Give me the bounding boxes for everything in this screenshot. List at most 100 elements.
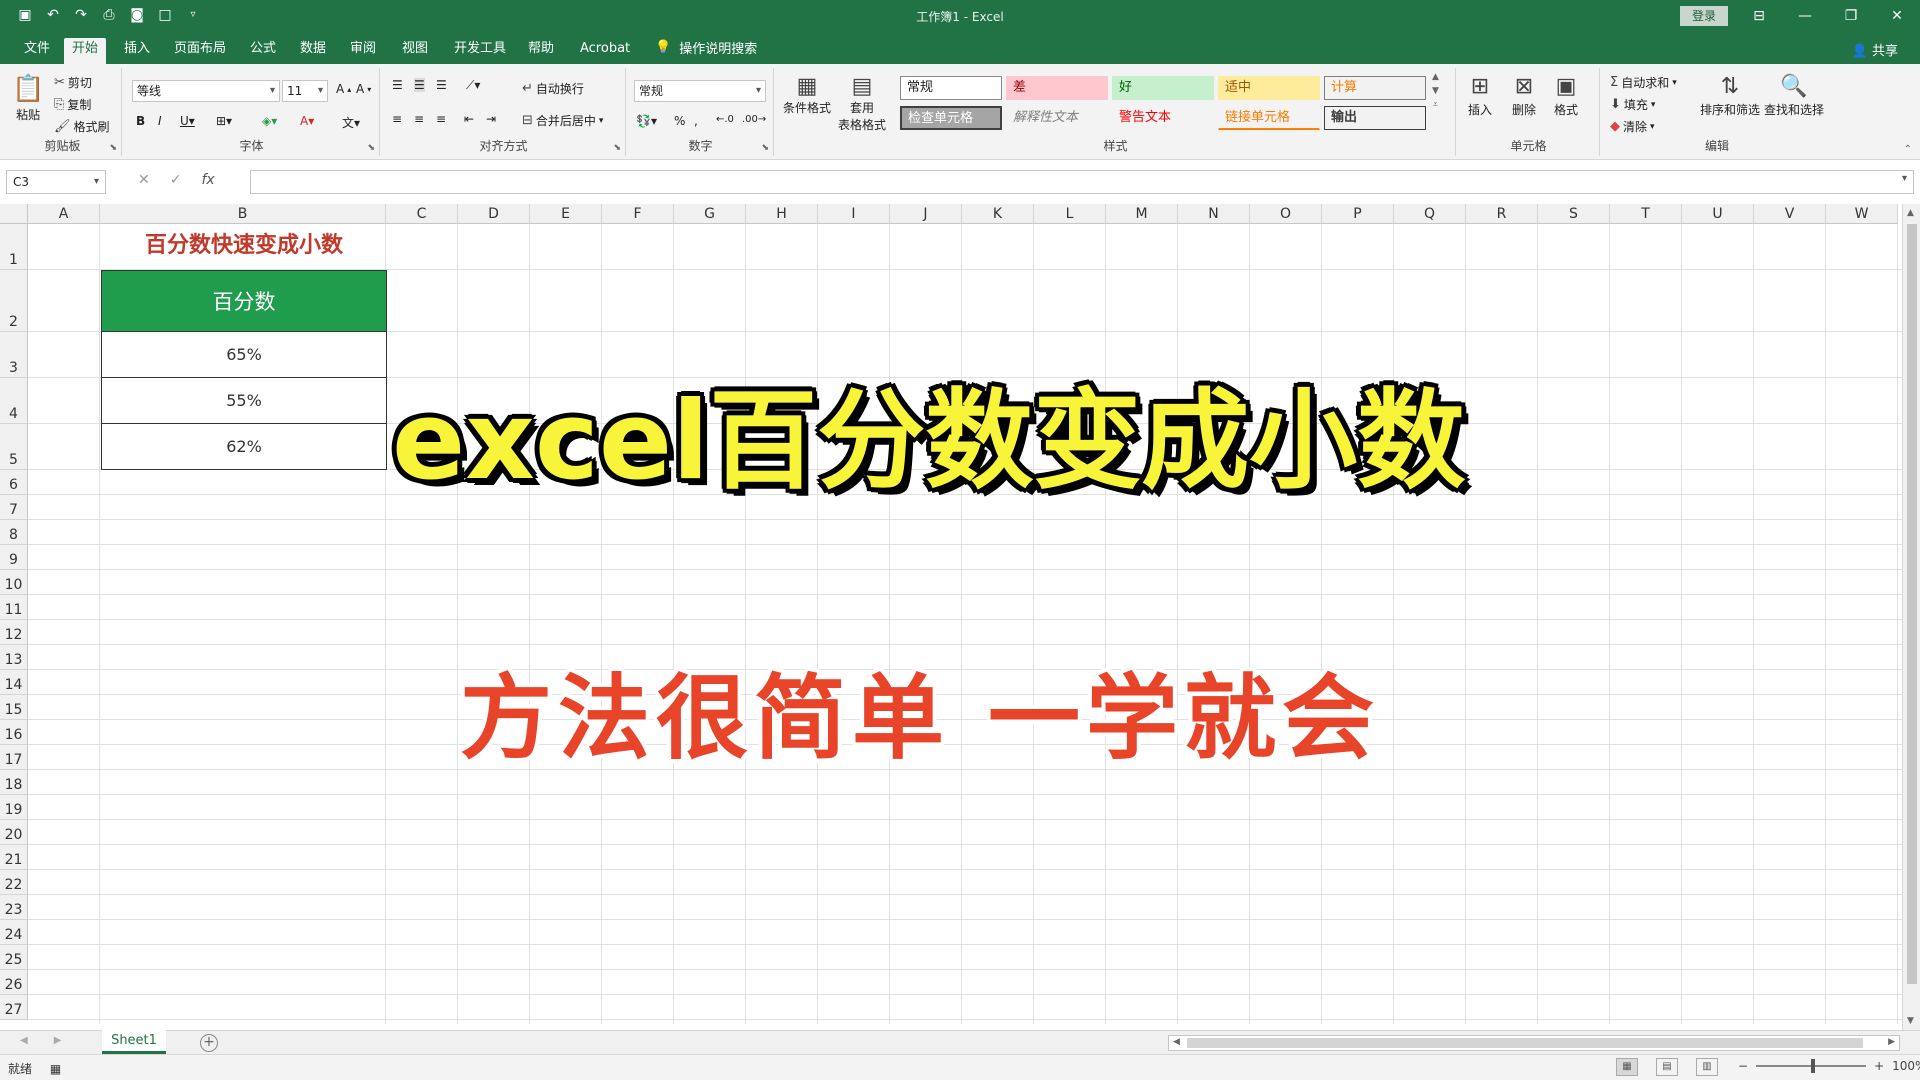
column-header-v[interactable]: V [1754, 204, 1826, 224]
decrease-decimal-icon[interactable]: .00→ [742, 114, 766, 125]
row-header-25[interactable]: 25 [0, 945, 28, 970]
accessibility-icon[interactable]: ▦ [50, 1062, 61, 1076]
format-painter-button[interactable]: 🖌 格式刷 [54, 118, 110, 135]
page-break-view-icon[interactable]: ▥ [1696, 1058, 1718, 1076]
wrap-text-button[interactable]: ↵ 自动换行 [522, 80, 584, 97]
style-good[interactable]: 好 [1112, 76, 1214, 100]
column-header-w[interactable]: W [1826, 204, 1898, 224]
scroll-right-icon[interactable]: ▶ [1888, 1037, 1895, 1047]
styles-gallery-scroll[interactable]: ▲ ▼ ⩡ [1432, 72, 1439, 110]
zoom-out-icon[interactable]: − [1738, 1059, 1748, 1073]
restore-icon[interactable]: ❐ [1828, 0, 1874, 32]
collapse-ribbon-icon[interactable]: ⌃ [1904, 144, 1912, 155]
row-header-3[interactable]: 3 [0, 332, 28, 378]
row-header-18[interactable]: 18 [0, 770, 28, 795]
format-cells-button[interactable]: ▣ 格式 [1554, 74, 1578, 118]
tab-insert[interactable]: 插入 [116, 38, 158, 64]
sheet-tab-sheet1[interactable]: Sheet1 [102, 1030, 166, 1054]
add-sheet-icon[interactable]: + [200, 1034, 218, 1052]
grow-font-icon[interactable]: A ▴ [336, 82, 351, 96]
share-button[interactable]: 👤 共享 [1852, 40, 1898, 59]
column-header-q[interactable]: Q [1394, 204, 1466, 224]
column-header-c[interactable]: C [386, 204, 458, 224]
tab-developer[interactable]: 开发工具 [446, 38, 514, 64]
font-color-icon[interactable]: A▾ [300, 114, 314, 128]
login-button[interactable]: 登录 [1680, 6, 1728, 26]
style-explanatory[interactable]: 解释性文本 [1006, 106, 1108, 130]
minimize-icon[interactable]: — [1782, 0, 1828, 32]
align-right-icon[interactable]: ≡ [436, 112, 446, 126]
tab-formulas[interactable]: 公式 [242, 38, 284, 64]
column-header-h[interactable]: H [746, 204, 818, 224]
cancel-icon[interactable]: ✕ [138, 172, 150, 188]
fill-color-icon[interactable]: ◈▾ [262, 114, 277, 128]
row-header-27[interactable]: 27 [0, 995, 28, 1020]
expand-formula-icon[interactable]: ▾ [1902, 173, 1907, 184]
tab-page-layout[interactable]: 页面布局 [166, 38, 234, 64]
column-header-i[interactable]: I [818, 204, 890, 224]
insert-cells-button[interactable]: ⊞ 插入 [1468, 74, 1492, 118]
row-header-20[interactable]: 20 [0, 820, 28, 845]
horizontal-scrollbar[interactable]: ◀ ▶ [1168, 1035, 1900, 1051]
cut-button[interactable]: ✂ 剪切 [54, 74, 92, 91]
sheet-title-cell[interactable]: 百分数快速变成小数 [101, 225, 387, 265]
row-header-15[interactable]: 15 [0, 695, 28, 720]
horizontal-scroll-thumb[interactable] [1187, 1038, 1863, 1048]
chevron-up-icon[interactable]: ▲ [1432, 72, 1439, 82]
column-header-b[interactable]: B [100, 204, 386, 224]
vertical-scrollbar[interactable]: ▲ ▼ [1902, 204, 1920, 1030]
font-name-combo[interactable]: 等线 ▾ [132, 80, 280, 102]
align-middle-icon[interactable]: ☰ [414, 78, 425, 92]
tab-home[interactable]: 开始 [64, 38, 107, 64]
row-header-8[interactable]: 8 [0, 520, 28, 545]
table-row[interactable]: 65% [101, 332, 387, 378]
gallery-more-icon[interactable]: ⩡ [1433, 100, 1438, 110]
column-header-t[interactable]: T [1610, 204, 1682, 224]
table-header-cell[interactable]: 百分数 [101, 270, 387, 332]
page-layout-view-icon[interactable]: ▤ [1656, 1058, 1678, 1076]
row-header-24[interactable]: 24 [0, 920, 28, 945]
column-header-m[interactable]: M [1106, 204, 1178, 224]
style-calculation[interactable]: 计算 [1324, 76, 1426, 100]
delete-cells-button[interactable]: ⊠ 删除 [1512, 74, 1536, 118]
column-header-o[interactable]: O [1250, 204, 1322, 224]
select-all-corner[interactable] [0, 204, 28, 224]
column-header-s[interactable]: S [1538, 204, 1610, 224]
borders-icon[interactable]: ⊞▾ [216, 114, 232, 128]
copy-button[interactable]: ⎘ 复制 [54, 96, 91, 113]
align-left-icon[interactable]: ≡ [392, 112, 402, 126]
bold-icon[interactable]: B [136, 114, 145, 128]
accounting-icon[interactable]: 💱▾ [636, 114, 657, 128]
format-as-table-button[interactable]: ▤ 套用 表格格式 [836, 74, 888, 133]
percent-icon[interactable]: % [674, 114, 685, 128]
clear-button[interactable]: ◆ 清除 ▾ [1610, 118, 1655, 135]
dialog-launcher-icon[interactable]: ⬊ [613, 143, 621, 153]
row-header-19[interactable]: 19 [0, 795, 28, 820]
close-icon[interactable]: ✕ [1874, 0, 1920, 32]
tell-me-search[interactable]: 💡 操作说明搜索 [655, 38, 757, 57]
column-header-r[interactable]: R [1466, 204, 1538, 224]
shrink-font-icon[interactable]: A ▾ [356, 82, 371, 96]
tab-data[interactable]: 数据 [292, 38, 334, 64]
column-header-e[interactable]: E [530, 204, 602, 224]
chevron-down-icon[interactable]: ▼ [1432, 86, 1439, 96]
row-header-9[interactable]: 9 [0, 545, 28, 570]
style-neutral[interactable]: 适中 [1218, 76, 1320, 100]
align-center-icon[interactable]: ≡ [414, 112, 424, 126]
ribbon-display-icon[interactable]: ⊟ [1736, 0, 1782, 32]
table-row[interactable]: 62% [101, 424, 387, 470]
underline-icon[interactable]: U▾ [180, 114, 195, 128]
scroll-left-icon[interactable]: ◀ [1173, 1037, 1180, 1047]
column-header-l[interactable]: L [1034, 204, 1106, 224]
formula-input[interactable]: ▾ [250, 170, 1914, 194]
column-header-a[interactable]: A [28, 204, 100, 224]
row-header-26[interactable]: 26 [0, 970, 28, 995]
column-header-n[interactable]: N [1178, 204, 1250, 224]
row-header-5[interactable]: 5 [0, 424, 28, 470]
font-size-combo[interactable]: 11 ▾ [282, 80, 328, 102]
row-header-16[interactable]: 16 [0, 720, 28, 745]
next-sheet-icon[interactable]: ▶ [54, 1035, 62, 1046]
row-header-1[interactable]: 1 [0, 224, 28, 270]
dialog-launcher-icon[interactable]: ⬊ [367, 143, 375, 153]
tab-acrobat[interactable]: Acrobat [572, 38, 638, 64]
